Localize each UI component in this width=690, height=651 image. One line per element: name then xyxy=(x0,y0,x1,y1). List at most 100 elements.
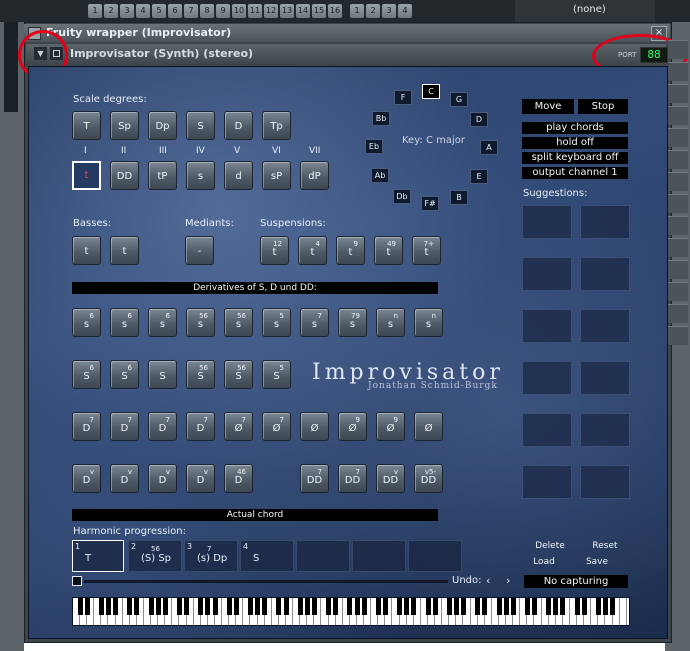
piano-black-key[interactable] xyxy=(198,598,204,615)
derivative-button[interactable]: S5 xyxy=(262,360,291,389)
suspension-button[interactable]: t 12 xyxy=(260,236,289,265)
piano-black-key[interactable] xyxy=(297,598,303,615)
piano-black-key[interactable] xyxy=(304,598,310,615)
suggestion-slot[interactable] xyxy=(580,309,630,343)
step-number[interactable]: 7 xyxy=(184,4,198,18)
suggestion-slot[interactable] xyxy=(580,361,630,395)
piano-black-key[interactable] xyxy=(212,598,218,615)
suggestion-slot[interactable] xyxy=(580,465,630,499)
derivative-button[interactable]: S xyxy=(148,360,177,389)
scale-degree-button[interactable]: S xyxy=(186,111,215,140)
suggestion-slot[interactable] xyxy=(580,413,630,447)
progression-slot[interactable] xyxy=(408,540,462,572)
piano-black-key[interactable] xyxy=(255,598,261,615)
derivative-button[interactable]: Ø9 xyxy=(338,412,367,441)
piano-black-key[interactable] xyxy=(361,598,367,615)
load-button[interactable]: Load xyxy=(524,556,564,568)
suggestion-slot[interactable] xyxy=(522,465,572,499)
piano-black-key[interactable] xyxy=(233,598,239,615)
piano-black-key[interactable] xyxy=(248,598,253,615)
piano-black-key[interactable] xyxy=(354,598,360,615)
piano-black-key[interactable] xyxy=(84,598,90,615)
piano-black-key[interactable] xyxy=(283,598,289,615)
key-note-c[interactable]: C xyxy=(422,84,440,99)
piano-black-key[interactable] xyxy=(524,598,530,615)
derivative-button[interactable]: Dv xyxy=(148,464,177,493)
scale-degree-button[interactable]: d xyxy=(224,161,253,190)
scale-degree-button-selected[interactable]: t xyxy=(72,161,101,190)
progression-slot[interactable] xyxy=(296,540,350,572)
scale-degree-button[interactable]: sP xyxy=(262,161,291,190)
derivative-button[interactable]: D7 xyxy=(110,412,139,441)
piano-black-key[interactable] xyxy=(425,598,431,615)
piano-black-key[interactable] xyxy=(603,598,608,615)
derivative-button[interactable]: Ø7 xyxy=(262,412,291,441)
progression-slot[interactable]: 3 (s) Dp 7 xyxy=(184,540,238,572)
piano-black-key[interactable] xyxy=(404,598,410,615)
key-note-bb[interactable]: Bb xyxy=(372,111,390,126)
piano-black-key[interactable] xyxy=(581,598,587,615)
piano-black-key[interactable] xyxy=(184,598,190,615)
derivative-button[interactable]: Dv xyxy=(186,464,215,493)
derivative-button[interactable]: D7 xyxy=(148,412,177,441)
piano-black-key[interactable] xyxy=(148,598,154,615)
piano-black-key[interactable] xyxy=(134,598,140,615)
derivative-button[interactable]: s 56 xyxy=(186,308,215,337)
suggestion-slot[interactable] xyxy=(522,257,572,291)
hold-toggle[interactable]: hold off xyxy=(522,137,628,149)
step-number[interactable]: 5 xyxy=(152,4,166,18)
piano-black-key[interactable] xyxy=(532,598,537,615)
suggestion-slot[interactable] xyxy=(580,205,630,239)
piano-black-key[interactable] xyxy=(127,598,133,615)
piano-black-key[interactable] xyxy=(205,598,211,615)
suggestion-slot[interactable] xyxy=(522,309,572,343)
step-number[interactable]: 15 xyxy=(312,4,326,18)
piano-black-key[interactable] xyxy=(162,598,168,615)
piano-black-key[interactable] xyxy=(397,598,403,615)
scale-degree-button[interactable]: D xyxy=(224,111,253,140)
scale-degree-button[interactable]: Tp xyxy=(262,111,291,140)
move-button[interactable]: Move xyxy=(522,99,574,114)
piano-black-key[interactable] xyxy=(503,598,509,615)
progression-slot[interactable]: 1T xyxy=(72,540,124,572)
key-note-fsharp[interactable]: F# xyxy=(421,196,439,211)
capture-status[interactable]: No capturing xyxy=(524,575,628,588)
suspension-button[interactable]: t 49 xyxy=(374,236,403,265)
piano-black-key[interactable] xyxy=(446,598,452,615)
suggestion-slot[interactable] xyxy=(522,205,572,239)
key-note-e[interactable]: E xyxy=(470,169,488,184)
step-number[interactable]: 11 xyxy=(248,4,262,18)
scale-degree-button[interactable]: Dp xyxy=(148,111,177,140)
suspension-button[interactable]: t9 xyxy=(336,236,365,265)
piano-black-key[interactable] xyxy=(482,598,488,615)
scroll-track[interactable] xyxy=(84,580,448,583)
piano-black-key[interactable] xyxy=(553,598,559,615)
piano-black-key[interactable] xyxy=(226,598,232,615)
suggestion-slot[interactable] xyxy=(580,257,630,291)
step-number[interactable]: 4 xyxy=(398,4,412,18)
play-chords-toggle[interactable]: play chords xyxy=(522,122,628,134)
piano-black-key[interactable] xyxy=(106,598,111,615)
piano-black-key[interactable] xyxy=(411,598,417,615)
piano-black-key[interactable] xyxy=(113,598,119,615)
piano-black-key[interactable] xyxy=(155,598,161,615)
key-note-ab[interactable]: Ab xyxy=(371,168,389,183)
piano-black-key[interactable] xyxy=(347,598,353,615)
derivative-button[interactable]: D7 xyxy=(72,412,101,441)
derivative-button[interactable]: Ø xyxy=(414,412,443,441)
scale-degree-button[interactable]: dP xyxy=(300,161,329,190)
output-channel-selector[interactable]: output channel 1 xyxy=(522,167,628,179)
step-number[interactable]: 9 xyxy=(216,4,230,18)
undo-prev-icon[interactable]: ‹ xyxy=(486,574,490,587)
piano-black-key[interactable] xyxy=(432,598,438,615)
piano-black-key[interactable] xyxy=(546,598,552,615)
bass-button[interactable]: t xyxy=(72,236,101,265)
piano-black-key[interactable] xyxy=(375,598,381,615)
delete-button[interactable]: Delete xyxy=(524,540,576,552)
derivative-button[interactable]: S6 xyxy=(72,360,101,389)
derivative-button[interactable]: D 46 xyxy=(224,464,253,493)
step-number[interactable]: 6 xyxy=(168,4,182,18)
suspension-button[interactable]: t 7+ xyxy=(412,236,441,265)
key-note-db[interactable]: Db xyxy=(393,189,411,204)
stop-button[interactable]: Stop xyxy=(578,99,628,114)
